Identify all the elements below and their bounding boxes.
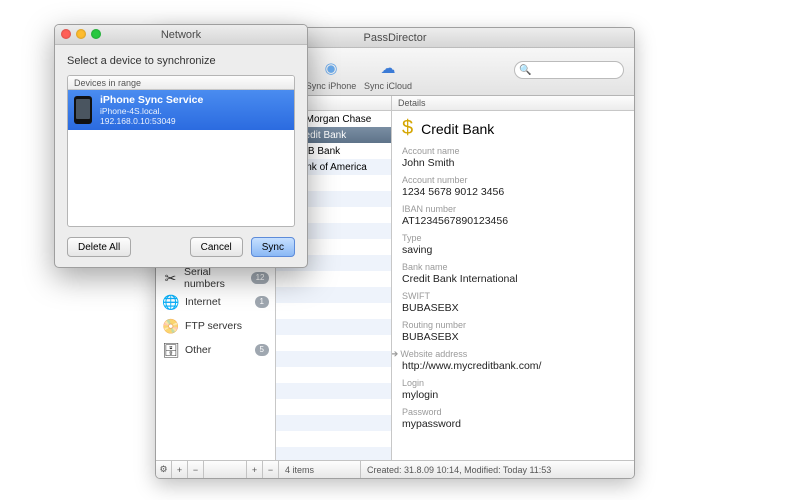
details-title: Credit Bank [421,121,494,137]
field-label: Password [402,407,624,417]
field-value: Credit Bank International [402,273,624,285]
gear-button[interactable]: ⚙ [156,461,172,478]
count-badge: 12 [251,272,269,284]
globe-icon: 🌐 [162,293,180,311]
database-icon: 🗄 [162,341,180,359]
field-value[interactable]: http://www.mycreditbank.com/ [402,360,624,372]
modal-title: Network [161,29,201,41]
details-pane: Details $ Credit Bank Account nameJohn S… [392,96,634,460]
tools-icon: ✂ [162,269,179,287]
modal-body: Select a device to synchronize Devices i… [55,45,307,267]
sidebar-item-label: Other [185,344,211,356]
phone-icon [74,96,92,124]
field-label: Routing number [402,320,624,330]
close-icon[interactable] [61,29,71,39]
sidebar-item-label: FTP servers [185,320,242,332]
zoom-icon[interactable] [91,29,101,39]
details-body: $ Credit Bank Account nameJohn Smith Acc… [392,111,634,460]
modal-window-controls [61,29,101,39]
field-value: BUBASEBX [402,331,624,343]
field-label: Login [402,378,624,388]
status-meta: Created: 31.8.09 10:14, Modified: Today … [361,461,634,478]
device-name: iPhone Sync Service [100,94,203,106]
field-value: 1234 5678 9012 3456 [402,186,624,198]
drive-icon: 📀 [162,317,180,335]
window-title: PassDirector [364,32,427,44]
field-value: John Smith [402,157,624,169]
modal-titlebar: Network [55,25,307,45]
sync-iphone-button[interactable]: ◉ Sync iPhone [302,56,360,93]
entry-add-button[interactable]: + [247,461,263,478]
gear-icon: ⚙ [159,464,167,475]
modal-button-row: Delete All Cancel Sync [67,227,295,257]
modal-prompt: Select a device to synchronize [67,55,295,67]
wifi-icon: ◉ [319,56,343,80]
search-field[interactable] [534,65,614,76]
entry-remove-button[interactable]: − [263,461,279,478]
device-list: Devices in range iPhone Sync Service iPh… [67,75,295,227]
arrow-icon[interactable]: ➔ [392,349,398,360]
dollar-icon: $ [402,117,413,140]
delete-all-button[interactable]: Delete All [67,237,131,257]
network-dialog: Network Select a device to synchronize D… [54,24,308,268]
sidebar-item-label: Internet [185,296,221,308]
sidebar-remove-button[interactable]: − [188,461,204,478]
sidebar-item-ftp[interactable]: 📀 FTP servers [156,314,275,338]
field-label: Website address [400,349,467,359]
device-list-header: Devices in range [68,76,294,90]
field-label: Bank name [402,262,624,272]
device-item[interactable]: iPhone Sync Service iPhone-4S.local. 192… [68,90,294,130]
sidebar-item-other[interactable]: 🗄 Other 5 [156,338,275,362]
minimize-icon[interactable] [76,29,86,39]
field-label: IBAN number [402,204,624,214]
device-host: iPhone-4S.local. [100,106,203,116]
cancel-button[interactable]: Cancel [190,237,243,257]
sync-icloud-label: Sync iCloud [364,81,412,91]
search-input[interactable]: 🔍 [514,61,624,79]
sidebar-item-label: Serial numbers [184,266,251,290]
field-value: AT12345678901234​56 [402,215,624,227]
cloud-icon: ☁ [376,56,400,80]
field-value: saving [402,244,624,256]
sidebar-add-button[interactable]: + [172,461,188,478]
sync-button[interactable]: Sync [251,237,295,257]
item-count: 4 items [279,461,361,478]
device-text: iPhone Sync Service iPhone-4S.local. 192… [100,94,203,126]
field-label: Type [402,233,624,243]
details-header: Details [392,96,634,111]
count-badge: 5 [255,344,269,356]
field-label: Account name [402,146,624,156]
status-bar: ⚙ + − + − 4 items Created: 31.8.09 10:14… [156,460,634,478]
field-label: Account number [402,175,624,185]
field-value: mylogin [402,389,624,401]
sync-icloud-button[interactable]: ☁ Sync iCloud [360,56,416,93]
field-value: mypassword [402,418,624,430]
search-icon: 🔍 [519,65,531,76]
sync-iphone-label: Sync iPhone [306,81,357,91]
device-addr: 192.168.0.10:53049 [100,116,203,126]
field-label: SWIFT [402,291,624,301]
field-value: BUBASEBX [402,302,624,314]
count-badge: 1 [255,296,269,308]
sidebar-item-serial-numbers[interactable]: ✂ Serial numbers 12 [156,266,275,290]
details-title-row: $ Credit Bank [402,117,624,140]
sidebar-item-internet[interactable]: 🌐 Internet 1 [156,290,275,314]
